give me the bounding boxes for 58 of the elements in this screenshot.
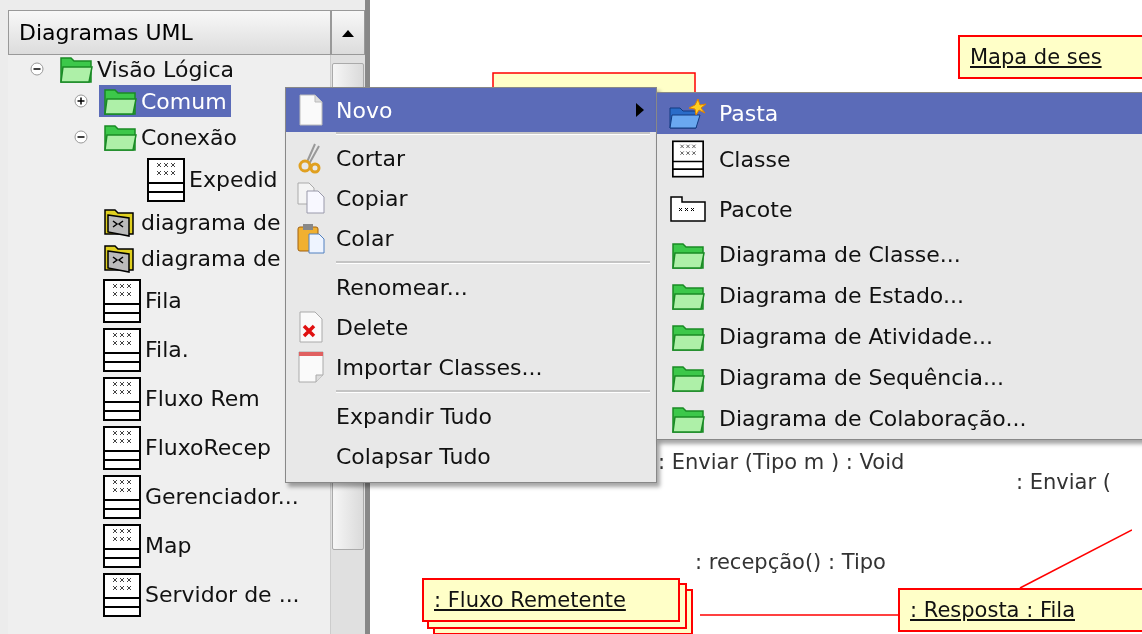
folder-icon <box>59 54 93 84</box>
menu-item[interactable]: Diagrama de Atividade... <box>657 316 1142 357</box>
menu-item[interactable]: Expandir Tudo <box>286 396 656 436</box>
tree-item[interactable]: Visão Lógica <box>55 53 239 85</box>
tree-item[interactable]: diagrama de <box>99 205 285 239</box>
tree-item[interactable]: Expedid <box>143 156 282 203</box>
tree-item[interactable]: FluxoRecep <box>99 424 275 471</box>
tree-item[interactable]: Servidor de ... <box>99 571 304 618</box>
tree-item[interactable]: Gerenciador... <box>99 473 303 520</box>
class-icon <box>103 572 141 617</box>
message-label: : Enviar ( <box>1016 470 1111 494</box>
menu-item[interactable]: Renomear... <box>286 267 656 307</box>
class-icon <box>672 140 704 178</box>
folder-icon <box>103 86 137 116</box>
menu-item[interactable]: Diagrama de Classe... <box>657 234 1142 275</box>
scroll-up-button[interactable] <box>331 10 365 55</box>
menu-item[interactable]: Diagrama de Sequência... <box>657 357 1142 398</box>
message-label: : Enviar (Tipo m ) : Void <box>658 450 905 474</box>
tree-item[interactable]: Fila. <box>99 326 193 373</box>
menu-item[interactable]: Diagrama de Colaboração... <box>657 398 1142 439</box>
menu-item[interactable]: Copiar <box>286 178 656 218</box>
object-box: Mapa de ses <box>958 35 1142 79</box>
tree-item[interactable]: Conexão <box>99 121 241 153</box>
delete-document-icon <box>298 311 324 343</box>
menu-item[interactable]: Cortar <box>286 138 656 178</box>
menu-item[interactable]: Colapsar Tudo <box>286 436 656 476</box>
menu-item[interactable]: Pacote <box>657 184 1142 234</box>
new-folder-icon <box>668 97 708 130</box>
menu-item[interactable]: Novo <box>286 88 656 132</box>
class-icon <box>103 523 141 568</box>
object-box: : Resposta : Fila <box>898 588 1142 632</box>
clipboard-icon <box>296 222 326 254</box>
tree-item[interactable]: Fila <box>99 277 186 324</box>
class-icon <box>147 157 185 202</box>
column-header[interactable]: Diagramas UML <box>8 10 332 55</box>
menu-item[interactable]: Pasta <box>657 93 1142 134</box>
tree-item[interactable]: Map <box>99 522 196 569</box>
class-icon <box>103 376 141 421</box>
package-icon <box>670 196 706 222</box>
diagram-folder-icon <box>103 206 137 238</box>
document-icon <box>297 351 325 383</box>
message-label: : recepção() : Tipo <box>695 550 886 574</box>
menu-item[interactable]: Importar Classes... <box>286 347 656 387</box>
document-icon <box>298 94 324 126</box>
menu-item[interactable]: Delete <box>286 307 656 347</box>
class-icon <box>103 327 141 372</box>
tree-item[interactable]: Fluxo Rem <box>99 375 264 422</box>
class-icon <box>103 425 141 470</box>
diagram-folder-icon <box>103 242 137 274</box>
tree-item[interactable]: Comum <box>99 85 231 117</box>
folder-icon <box>103 122 137 152</box>
copy-icon <box>296 182 326 214</box>
tree-item[interactable]: diagrama de <box>99 241 285 275</box>
class-icon <box>103 474 141 519</box>
menu-item[interactable]: Diagrama de Estado... <box>657 275 1142 316</box>
menu-item[interactable]: Colar <box>286 218 656 258</box>
class-icon <box>103 278 141 323</box>
menu-item[interactable]: Classe <box>657 134 1142 184</box>
